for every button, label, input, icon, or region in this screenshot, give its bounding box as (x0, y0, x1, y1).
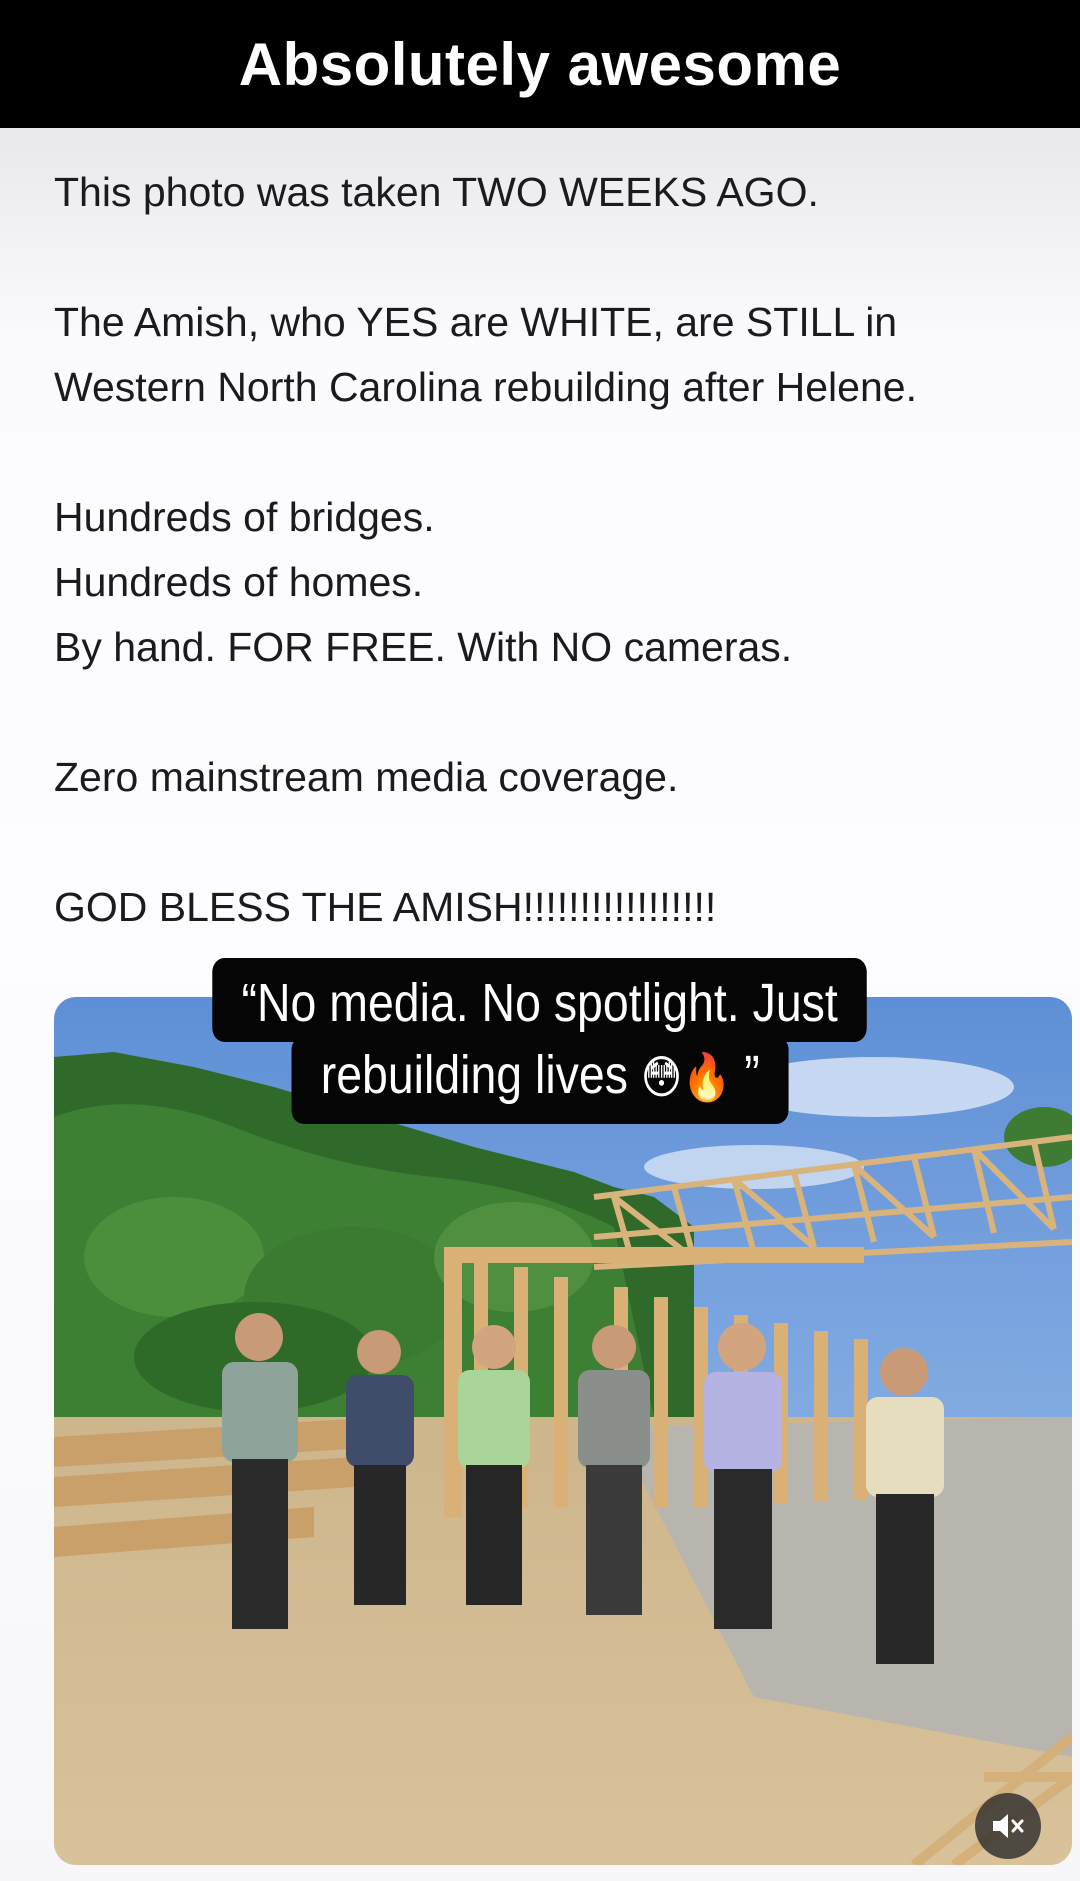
caption-line: “No media. No spotlight. Just (212, 958, 868, 1042)
caption-line-2: rebuilding lives (320, 1045, 628, 1105)
post-line: Western North Carolina rebuilding after … (54, 364, 917, 410)
post-line: GOD BLESS THE AMISH!!!!!!!!!!!!!!!!! (54, 884, 717, 930)
post-line: Zero mainstream media coverage. (54, 754, 679, 800)
top-banner: Absolutely awesome (0, 0, 1080, 128)
post-line: Hundreds of bridges. (54, 494, 435, 540)
caption-line-1: “No media. No spotlight. Just (241, 973, 839, 1033)
caption-close-quote: ” (744, 1045, 760, 1105)
mute-button[interactable] (975, 1793, 1041, 1859)
flushed-fire-emoji: 😳🔥 (640, 1050, 732, 1104)
banner-title: Absolutely awesome (238, 30, 842, 98)
video-caption: “No media. No spotlight. Just rebuilding… (0, 958, 1080, 1124)
post-line: Hundreds of homes. (54, 559, 424, 605)
speaker-muted-icon (993, 1814, 1024, 1838)
post-text: This photo was taken TWO WEEKS AGO. The … (54, 160, 1054, 940)
caption-line: rebuilding lives 😳🔥 ” (291, 1036, 789, 1124)
post-line: The Amish, who YES are WHITE, are STILL … (54, 299, 898, 345)
post-line: This photo was taken TWO WEEKS AGO. (54, 169, 819, 215)
post-line: By hand. FOR FREE. With NO cameras. (54, 624, 793, 670)
construction-photo (54, 997, 1072, 1865)
